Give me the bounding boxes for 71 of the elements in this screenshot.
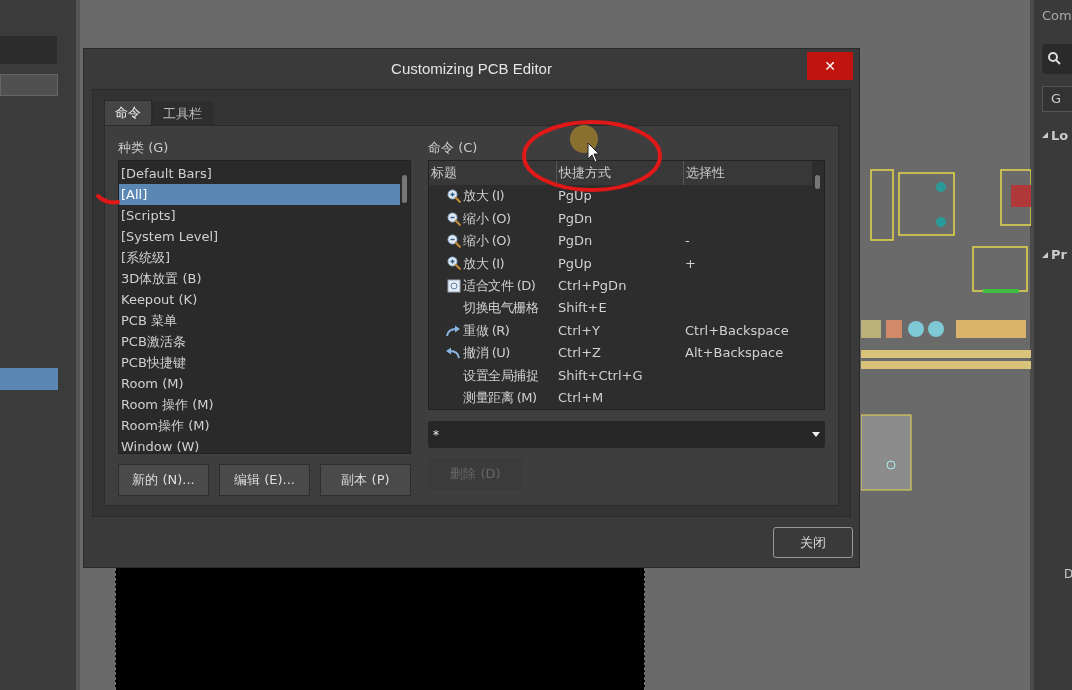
dialog-button[interactable]: 新的 (N)... xyxy=(118,464,209,496)
dialog-title: Customizing PCB Editor xyxy=(391,58,552,79)
table-cell-text: PgDn xyxy=(558,209,594,228)
list-item[interactable]: Window (W) xyxy=(119,436,400,457)
panel-title: Com xyxy=(1042,7,1072,25)
table-cell-text: - xyxy=(685,232,690,251)
section-header[interactable]: Pr xyxy=(1051,245,1067,265)
table-cell-text: 缩小 (O) xyxy=(463,232,511,251)
table-cell-text: Alt+Backspace xyxy=(685,344,784,363)
table-cell-text: Ctrl+Backspace xyxy=(685,321,789,340)
list-item[interactable]: [系统级] xyxy=(119,247,400,268)
annotation-underline xyxy=(96,192,120,206)
table-cell-text: Ctrl+Y xyxy=(558,321,601,340)
magnifier-icon xyxy=(447,234,461,248)
panel-label: D xyxy=(1064,565,1072,583)
table-cell-text: PgUp xyxy=(558,187,593,206)
table-cell-text: 切换电气栅格 xyxy=(463,299,538,318)
magnifier-icon xyxy=(447,211,461,226)
panel-tab[interactable]: G xyxy=(1042,85,1072,112)
list-item[interactable]: [Default Bars] xyxy=(119,163,400,184)
table-cell-text: Shift+E xyxy=(558,299,608,318)
list-item[interactable]: [System Level] xyxy=(119,226,400,247)
table-cell-text: Ctrl+Z xyxy=(558,344,602,363)
table-cell-text: 撤消 (U) xyxy=(463,344,510,363)
dropdown-caret-icon xyxy=(812,432,820,437)
dialog-button[interactable]: 编辑 (E)... xyxy=(219,464,310,496)
undo-arrow-icon xyxy=(445,347,461,360)
dialog-button[interactable]: 副本 (P) xyxy=(320,464,411,496)
list-item[interactable]: PCB快捷键 xyxy=(119,352,400,373)
table-cell-text: 缩小 (O) xyxy=(463,209,511,228)
table-cell-text: PgUp xyxy=(558,254,593,273)
redo-arrow-icon xyxy=(445,324,461,337)
list-item[interactable]: 3D体放置 (B) xyxy=(119,268,400,289)
column-header[interactable]: 标题 xyxy=(429,161,556,185)
list-item[interactable]: Room 操作 (M) xyxy=(119,394,400,415)
scrollbar-thumb[interactable] xyxy=(402,175,407,203)
table-cell-text: 适合文件 (D) xyxy=(463,277,536,296)
list-item[interactable]: Keepout (K) xyxy=(119,289,400,310)
table-cell-text: 放大 (I) xyxy=(463,254,505,273)
filter-dropdown[interactable]: * xyxy=(428,421,825,448)
collapse-triangle-icon xyxy=(1042,132,1048,139)
tab[interactable]: 工具栏 xyxy=(152,102,213,125)
search-field[interactable] xyxy=(1042,43,1072,74)
list-item[interactable]: [Scripts] xyxy=(119,205,400,226)
table-cell-text: 测量距离 (M) xyxy=(463,389,537,408)
magnifier-icon xyxy=(447,189,461,204)
table-cell-text: Ctrl+M xyxy=(558,389,605,408)
list-item[interactable]: PCB激活条 xyxy=(119,331,400,352)
tab[interactable]: 命令 xyxy=(104,100,152,125)
list-label: 种类 (G) xyxy=(118,139,169,157)
table-cell-text: 设置全局捕捉 xyxy=(463,366,538,385)
list-item[interactable]: [All] xyxy=(119,184,400,205)
magnifier-icon xyxy=(447,256,461,271)
list-item[interactable]: Room (M) xyxy=(119,373,400,394)
table-cell-text: 重做 (R) xyxy=(463,321,510,340)
table-cell-text: 放大 (I) xyxy=(463,187,505,206)
scrollbar-thumb[interactable] xyxy=(815,175,820,189)
list-item[interactable]: PCB 菜单 xyxy=(119,310,400,331)
list-item[interactable]: Room操作 (M) xyxy=(119,415,400,436)
close-dialog-button[interactable]: 关闭 xyxy=(773,527,853,558)
table-cell-text: Ctrl+PgDn xyxy=(558,277,628,296)
table-cell-text: + xyxy=(685,254,696,273)
search-icon xyxy=(1048,52,1061,65)
table-cell-text: Shift+Ctrl+G xyxy=(558,366,644,385)
section-header[interactable]: Lo xyxy=(1051,125,1069,145)
collapse-triangle-icon xyxy=(1042,251,1048,258)
close-button[interactable]: ✕ xyxy=(807,52,853,80)
table-label: 命令 (C) xyxy=(428,139,478,157)
table-cell-text: PgDn xyxy=(558,232,594,251)
panel-row-highlight xyxy=(0,368,58,390)
document-icon xyxy=(447,278,461,293)
